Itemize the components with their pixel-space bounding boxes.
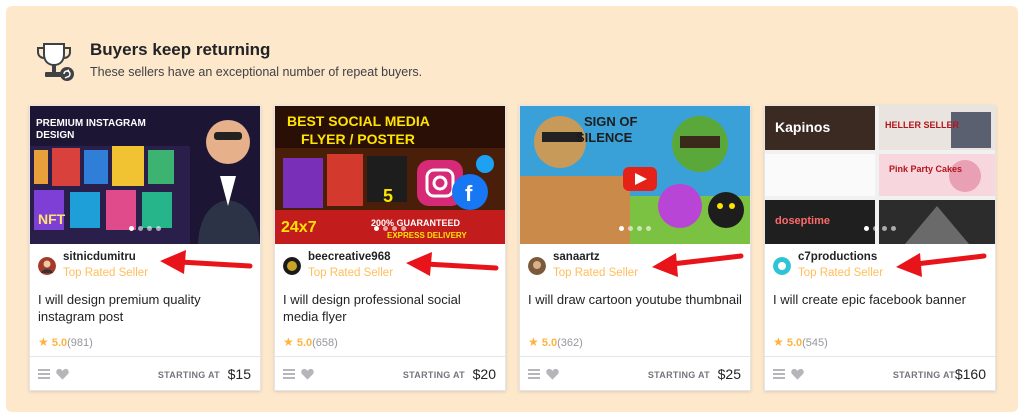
seller-avatar[interactable] — [283, 257, 301, 275]
thumb-caption: BEST SOCIAL MEDIA — [287, 113, 430, 129]
gig-thumbnail[interactable]: SIGN OF SILENCE — [520, 106, 750, 244]
seller-avatar[interactable] — [773, 257, 791, 275]
thumb-caption: Kapinos — [775, 119, 830, 135]
collections-icon[interactable] — [528, 369, 540, 379]
gig-rating: ★ 5.0(981) — [38, 335, 93, 349]
seller-level-badge: Top Rated Seller — [63, 267, 149, 279]
seller-level-badge: Top Rated Seller — [308, 267, 394, 279]
thumb-caption: 5 — [383, 186, 393, 206]
gig-rating: ★ 5.0(545) — [773, 335, 828, 349]
star-icon: ★ — [283, 335, 294, 349]
seller-name[interactable]: sitnicdumitru — [63, 251, 136, 263]
trophy-icon — [37, 43, 74, 81]
gig-card-footer: STARTING AT $160 — [765, 356, 995, 391]
heart-icon[interactable] — [301, 368, 314, 380]
thumb-caption: PREMIUM INSTAGRAM — [36, 118, 146, 129]
rating-count: (545) — [802, 337, 828, 349]
star-icon: ★ — [38, 335, 49, 349]
repeat-buyers-section: Buyers keep returning These sellers have… — [6, 6, 1018, 412]
thumb-caption: SILENCE — [576, 130, 633, 145]
heart-icon[interactable] — [791, 368, 804, 380]
thumb-caption: HELLER SELLER — [885, 120, 960, 130]
carousel-dots[interactable] — [520, 218, 750, 236]
starting-at-label: STARTING AT — [402, 370, 465, 380]
starting-at-label: STARTING AT — [892, 370, 955, 380]
seller-avatar[interactable] — [38, 257, 56, 275]
gig-card[interactable]: f BEST SOCIAL MEDIA FLYER / POSTER 24x7 … — [274, 105, 506, 391]
thumb-caption: DESIGN — [36, 130, 74, 141]
gig-card[interactable]: PREMIUM INSTAGRAM DESIGN NFT sitnicdumit… — [29, 105, 261, 391]
heart-icon[interactable] — [56, 368, 69, 380]
carousel-dots[interactable] — [765, 218, 995, 236]
gig-card[interactable]: SIGN OF SILENCE sanaartz Top Rated Selle… — [519, 105, 751, 391]
seller-name[interactable]: sanaartz — [553, 251, 600, 263]
starting-at-label: STARTING AT — [647, 370, 710, 380]
thumb-caption: SIGN OF — [584, 114, 638, 129]
star-icon: ★ — [773, 335, 784, 349]
collections-icon[interactable] — [283, 369, 295, 379]
gig-title-link[interactable]: I will create epic facebook banner — [773, 291, 987, 308]
seller-name[interactable]: c7productions — [798, 251, 877, 263]
gig-rating: ★ 5.0(362) — [528, 335, 583, 349]
seller-level-badge: Top Rated Seller — [798, 267, 884, 279]
seller-level-badge: Top Rated Seller — [553, 267, 639, 279]
gig-thumbnail[interactable]: f BEST SOCIAL MEDIA FLYER / POSTER 24x7 … — [275, 106, 505, 244]
collections-icon[interactable] — [773, 369, 785, 379]
gig-card[interactable]: Kapinos HELLER SELLER Pink Party Cakes d… — [764, 105, 996, 391]
carousel-dots[interactable] — [30, 218, 260, 236]
gig-thumbnail[interactable]: Kapinos HELLER SELLER Pink Party Cakes d… — [765, 106, 995, 244]
rating-count: (981) — [67, 337, 93, 349]
gig-title-link[interactable]: I will design premium quality instagram … — [38, 291, 252, 325]
gig-price: $160 — [954, 366, 986, 382]
section-subtitle: These sellers have an exceptional number… — [90, 65, 423, 79]
svg-text:f: f — [465, 181, 473, 206]
collections-icon[interactable] — [38, 369, 50, 379]
starting-at-label: STARTING AT — [157, 370, 220, 380]
gig-price: $20 — [472, 366, 496, 382]
rating-score: 5.0 — [541, 337, 558, 349]
rating-score: 5.0 — [51, 337, 68, 349]
seller-name[interactable]: beecreative968 — [308, 251, 390, 263]
carousel-dots[interactable] — [275, 218, 505, 236]
rating-score: 5.0 — [296, 337, 313, 349]
gig-card-footer: STARTING AT $15 — [30, 356, 260, 391]
rating-score: 5.0 — [786, 337, 803, 349]
rating-count: (362) — [557, 337, 583, 349]
thumb-caption: FLYER / POSTER — [301, 131, 415, 147]
section-title: Buyers keep returning — [90, 40, 271, 59]
seller-avatar[interactable] — [528, 257, 546, 275]
thumb-caption: Pink Party Cakes — [889, 164, 962, 174]
gig-rating: ★ 5.0(658) — [283, 335, 338, 349]
gig-price: $15 — [227, 366, 251, 382]
gig-card-footer: STARTING AT $20 — [275, 356, 505, 391]
gig-thumbnail[interactable]: PREMIUM INSTAGRAM DESIGN NFT — [30, 106, 260, 244]
gig-card-footer: STARTING AT $25 — [520, 356, 750, 391]
rating-count: (658) — [312, 337, 338, 349]
gig-price: $25 — [717, 366, 741, 382]
gig-title-link[interactable]: I will draw cartoon youtube thumbnail — [528, 291, 742, 308]
star-icon: ★ — [528, 335, 539, 349]
gig-title-link[interactable]: I will design professional social media … — [283, 291, 497, 325]
heart-icon[interactable] — [546, 368, 559, 380]
